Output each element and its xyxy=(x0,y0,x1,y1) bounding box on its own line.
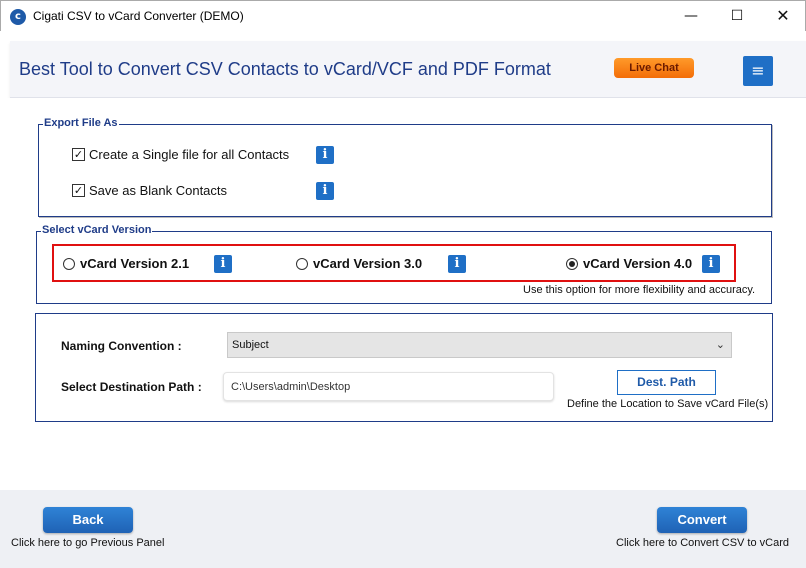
vcard-2-1-label[interactable]: vCard Version 2.1 xyxy=(80,256,189,271)
vcard-2-1-info-icon[interactable]: i xyxy=(214,255,232,273)
convert-button[interactable]: Convert xyxy=(657,507,747,533)
title-bar: c Cigati CSV to vCard Converter (DEMO) —… xyxy=(0,0,806,31)
destination-path-label: Select Destination Path : xyxy=(61,380,202,394)
minimize-button[interactable]: — xyxy=(668,1,714,32)
vcard-3-0-label[interactable]: vCard Version 3.0 xyxy=(313,256,422,271)
vcard-4-0-info-icon[interactable]: i xyxy=(702,255,720,273)
close-button[interactable]: ✕ xyxy=(760,1,806,32)
single-file-checkbox[interactable]: ✓ xyxy=(72,148,85,161)
export-file-group: Export File As xyxy=(38,117,772,217)
single-file-info-icon[interactable]: i xyxy=(316,146,334,164)
export-file-legend: Export File As xyxy=(43,117,119,129)
blank-contacts-label: Save as Blank Contacts xyxy=(89,183,228,198)
header-banner: Best Tool to Convert CSV Contacts to vCa… xyxy=(10,41,806,98)
blank-contacts-option[interactable]: ✓ Save as Blank Contacts xyxy=(72,183,242,199)
page-title: Best Tool to Convert CSV Contacts to vCa… xyxy=(19,59,551,79)
naming-convention-label: Naming Convention : xyxy=(61,339,182,353)
convert-hint: Click here to Convert CSV to vCard xyxy=(616,537,790,549)
naming-convention-select[interactable]: Subject ⌄ xyxy=(227,332,732,358)
naming-convention-value: Subject xyxy=(232,339,269,351)
blank-contacts-info-icon[interactable]: i xyxy=(316,182,334,200)
app-logo-icon: c xyxy=(10,9,26,25)
maximize-button[interactable]: ☐ xyxy=(714,1,760,32)
chevron-down-icon: ⌄ xyxy=(715,338,725,351)
vcard-4-0-label[interactable]: vCard Version 4.0 xyxy=(583,256,692,271)
vcard-2-1-radio[interactable] xyxy=(63,258,75,270)
vcard-version-hint: Use this option for more flexibility and… xyxy=(523,284,756,296)
hamburger-icon: ≡ xyxy=(751,61,765,80)
vcard-3-0-info-icon[interactable]: i xyxy=(448,255,466,273)
back-hint: Click here to go Previous Panel xyxy=(11,537,165,549)
dest-path-button[interactable]: Dest. Path xyxy=(617,370,716,395)
dest-path-hint: Define the Location to Save vCard File(s… xyxy=(567,398,769,410)
destination-path-input[interactable] xyxy=(223,372,554,401)
back-button[interactable]: Back xyxy=(43,507,133,533)
vcard-version-legend: Select vCard Version xyxy=(41,224,153,236)
window-title: Cigati CSV to vCard Converter (DEMO) xyxy=(33,9,244,23)
blank-contacts-checkbox[interactable]: ✓ xyxy=(72,184,85,197)
vcard-4-0-radio[interactable] xyxy=(566,258,578,270)
single-file-option[interactable]: ✓ Create a Single file for all Contacts xyxy=(72,147,312,163)
single-file-label: Create a Single file for all Contacts xyxy=(89,147,290,162)
hamburger-menu-button[interactable]: ≡ xyxy=(743,56,773,86)
vcard-3-0-radio[interactable] xyxy=(296,258,308,270)
live-chat-button[interactable]: Live Chat xyxy=(614,58,694,78)
